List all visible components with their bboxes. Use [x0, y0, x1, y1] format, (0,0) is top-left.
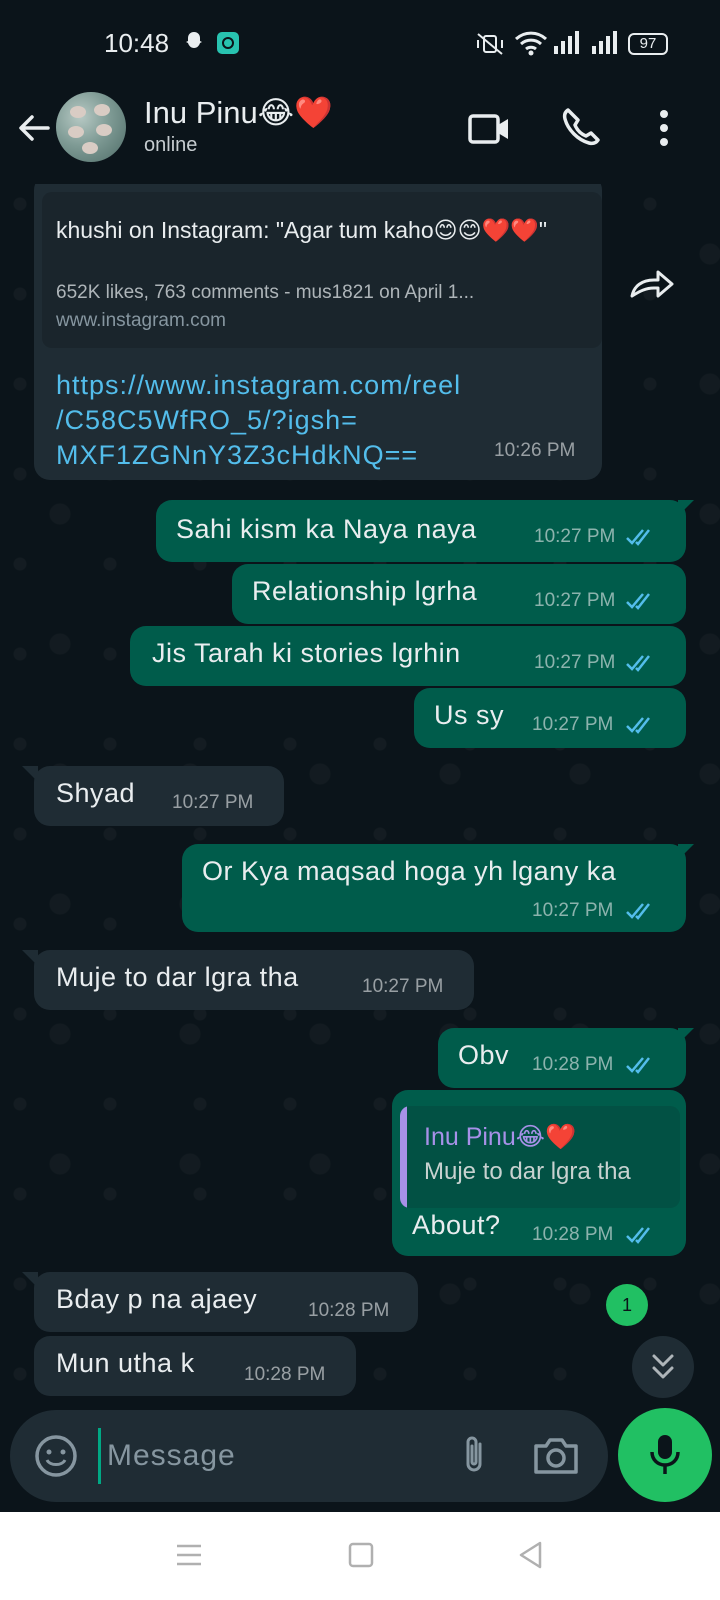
voice-call-icon[interactable] — [558, 104, 606, 152]
quoted-message[interactable]: Inu Pinu😂❤️ Muje to dar lgra tha — [400, 1106, 680, 1208]
message-composer — [10, 1410, 608, 1502]
outgoing-message[interactable]: Relationship lgrha 10:27 PM — [232, 564, 686, 624]
link-message-bubble[interactable]: khushi on Instagram: "Agar tum kaho😊😊❤️❤… — [34, 184, 602, 480]
wifi-icon — [514, 31, 548, 56]
microphone-icon — [650, 1435, 680, 1474]
chat-header: Inu Pinu😂❤️ online — [0, 88, 720, 184]
quoted-text: Muje to dar lgra tha — [424, 1158, 631, 1185]
link-url[interactable]: https://www.instagram.com/reel /C58C5WfR… — [56, 368, 461, 473]
link-preview-domain: www.instagram.com — [56, 310, 226, 331]
read-ticks-icon — [626, 529, 650, 546]
message-text: Us sy — [434, 700, 504, 730]
double-chevron-down-icon — [652, 1354, 674, 1379]
home-icon[interactable] — [344, 1538, 378, 1572]
contact-avatar[interactable] — [56, 92, 126, 162]
message-text: Relationship lgrha — [252, 576, 478, 606]
status-time: 10:48 — [104, 28, 170, 58]
contact-status: online — [144, 134, 198, 156]
outgoing-message[interactable]: Us sy 10:27 PM — [414, 688, 686, 748]
outgoing-message[interactable]: Obv 10:28 PM — [438, 1028, 694, 1088]
message-time: 10:27 PM — [532, 714, 614, 735]
read-ticks-icon — [626, 903, 650, 920]
message-time: 10:27 PM — [362, 976, 444, 997]
read-ticks-icon — [626, 593, 650, 610]
link-url-line[interactable]: https://www.instagram.com/reel — [56, 368, 461, 403]
message-time: 10:28 PM — [532, 1224, 614, 1245]
message-time: 10:28 PM — [308, 1300, 390, 1321]
signal-icon-1 — [554, 31, 579, 54]
message-time: 10:28 PM — [532, 1054, 614, 1075]
message-text: Muje to dar lgra tha — [56, 962, 299, 992]
read-ticks-icon — [626, 1227, 650, 1244]
incoming-message[interactable]: Bday p na ajaey 10:28 PM — [22, 1272, 418, 1332]
outgoing-message[interactable]: Sahi kism ka Naya naya 10:27 PM — [156, 500, 694, 562]
read-ticks-icon — [626, 1057, 650, 1074]
emoji-icon[interactable] — [32, 1432, 80, 1480]
bubble-tail — [678, 1028, 694, 1044]
incoming-message[interactable]: Mun utha k 10:28 PM — [34, 1336, 356, 1396]
outgoing-message[interactable]: Or Kya maqsad hoga yh lgany ka 10:27 PM — [182, 844, 694, 932]
status-bar: 10:48 97 — [0, 0, 720, 88]
message-time: 10:27 PM — [172, 792, 254, 813]
chat-area[interactable]: khushi on Instagram: "Agar tum kaho😊😊❤️❤… — [0, 184, 720, 1404]
message-text: Shyad — [56, 778, 136, 808]
bubble-tail — [22, 766, 38, 782]
back-arrow-icon[interactable] — [14, 108, 54, 148]
attach-icon[interactable] — [450, 1432, 498, 1480]
message-text: Bday p na ajaey — [56, 1284, 258, 1314]
more-options-icon[interactable] — [640, 104, 688, 152]
link-preview-meta: 652K likes, 763 comments - mus1821 on Ap… — [56, 282, 475, 303]
unread-count-badge: 1 — [606, 1284, 648, 1326]
message-text: Or Kya maqsad hoga yh lgany ka — [202, 856, 617, 886]
message-time: 10:27 PM — [534, 590, 616, 611]
signal-icon-2 — [592, 31, 617, 54]
quote-accent-bar — [400, 1106, 407, 1208]
vibrate-mute-icon — [477, 33, 503, 55]
message-text: Sahi kism ka Naya naya — [176, 514, 477, 544]
incoming-message[interactable]: Muje to dar lgra tha 10:27 PM — [22, 950, 474, 1010]
read-ticks-icon — [626, 655, 650, 672]
back-triangle-icon[interactable] — [514, 1538, 548, 1572]
incoming-message[interactable]: Shyad 10:27 PM — [22, 766, 284, 826]
snapchat-icon — [186, 32, 202, 48]
bubble-tail — [22, 950, 38, 966]
message-time: 10:26 PM — [494, 440, 576, 461]
voice-message-button[interactable] — [618, 1408, 712, 1502]
contact-name[interactable]: Inu Pinu😂❤️ — [144, 94, 333, 131]
menu-icon[interactable] — [172, 1538, 206, 1572]
link-url-line[interactable]: MXF1ZGNnY3Z3cHdkNQ== — [56, 438, 461, 473]
message-text: Mun utha k — [56, 1348, 195, 1378]
link-url-line[interactable]: /C58C5WfRO_5/?igsh= — [56, 403, 461, 438]
bubble-tail — [678, 500, 694, 516]
bubble-tail — [678, 844, 694, 860]
message-time: 10:28 PM — [244, 1364, 326, 1385]
scroll-to-bottom-button[interactable] — [632, 1336, 694, 1398]
message-text: Obv — [458, 1040, 510, 1070]
app-notification-icon — [217, 32, 239, 54]
message-time: 10:27 PM — [534, 652, 616, 673]
message-input[interactable] — [98, 1428, 438, 1484]
camera-icon[interactable] — [530, 1432, 582, 1480]
message-time: 10:27 PM — [532, 900, 614, 921]
link-preview-card[interactable]: khushi on Instagram: "Agar tum kaho😊😊❤️❤… — [42, 192, 602, 348]
forward-icon[interactable] — [628, 262, 678, 302]
system-navigation-bar — [0, 1512, 720, 1600]
message-text: About? — [412, 1210, 501, 1240]
video-call-icon[interactable] — [466, 104, 514, 152]
quoted-sender-name: Inu Pinu😂❤️ — [424, 1123, 577, 1151]
message-text: Jis Tarah ki stories lgrhin — [152, 638, 461, 668]
battery-level: 97 — [639, 35, 657, 52]
read-ticks-icon — [626, 717, 650, 734]
outgoing-message[interactable]: Jis Tarah ki stories lgrhin 10:27 PM — [130, 626, 686, 686]
message-time: 10:27 PM — [534, 526, 616, 547]
bubble-tail — [22, 1272, 38, 1288]
battery-icon: 97 — [628, 33, 668, 55]
link-preview-title: khushi on Instagram: "Agar tum kaho😊😊❤️❤… — [56, 217, 548, 243]
